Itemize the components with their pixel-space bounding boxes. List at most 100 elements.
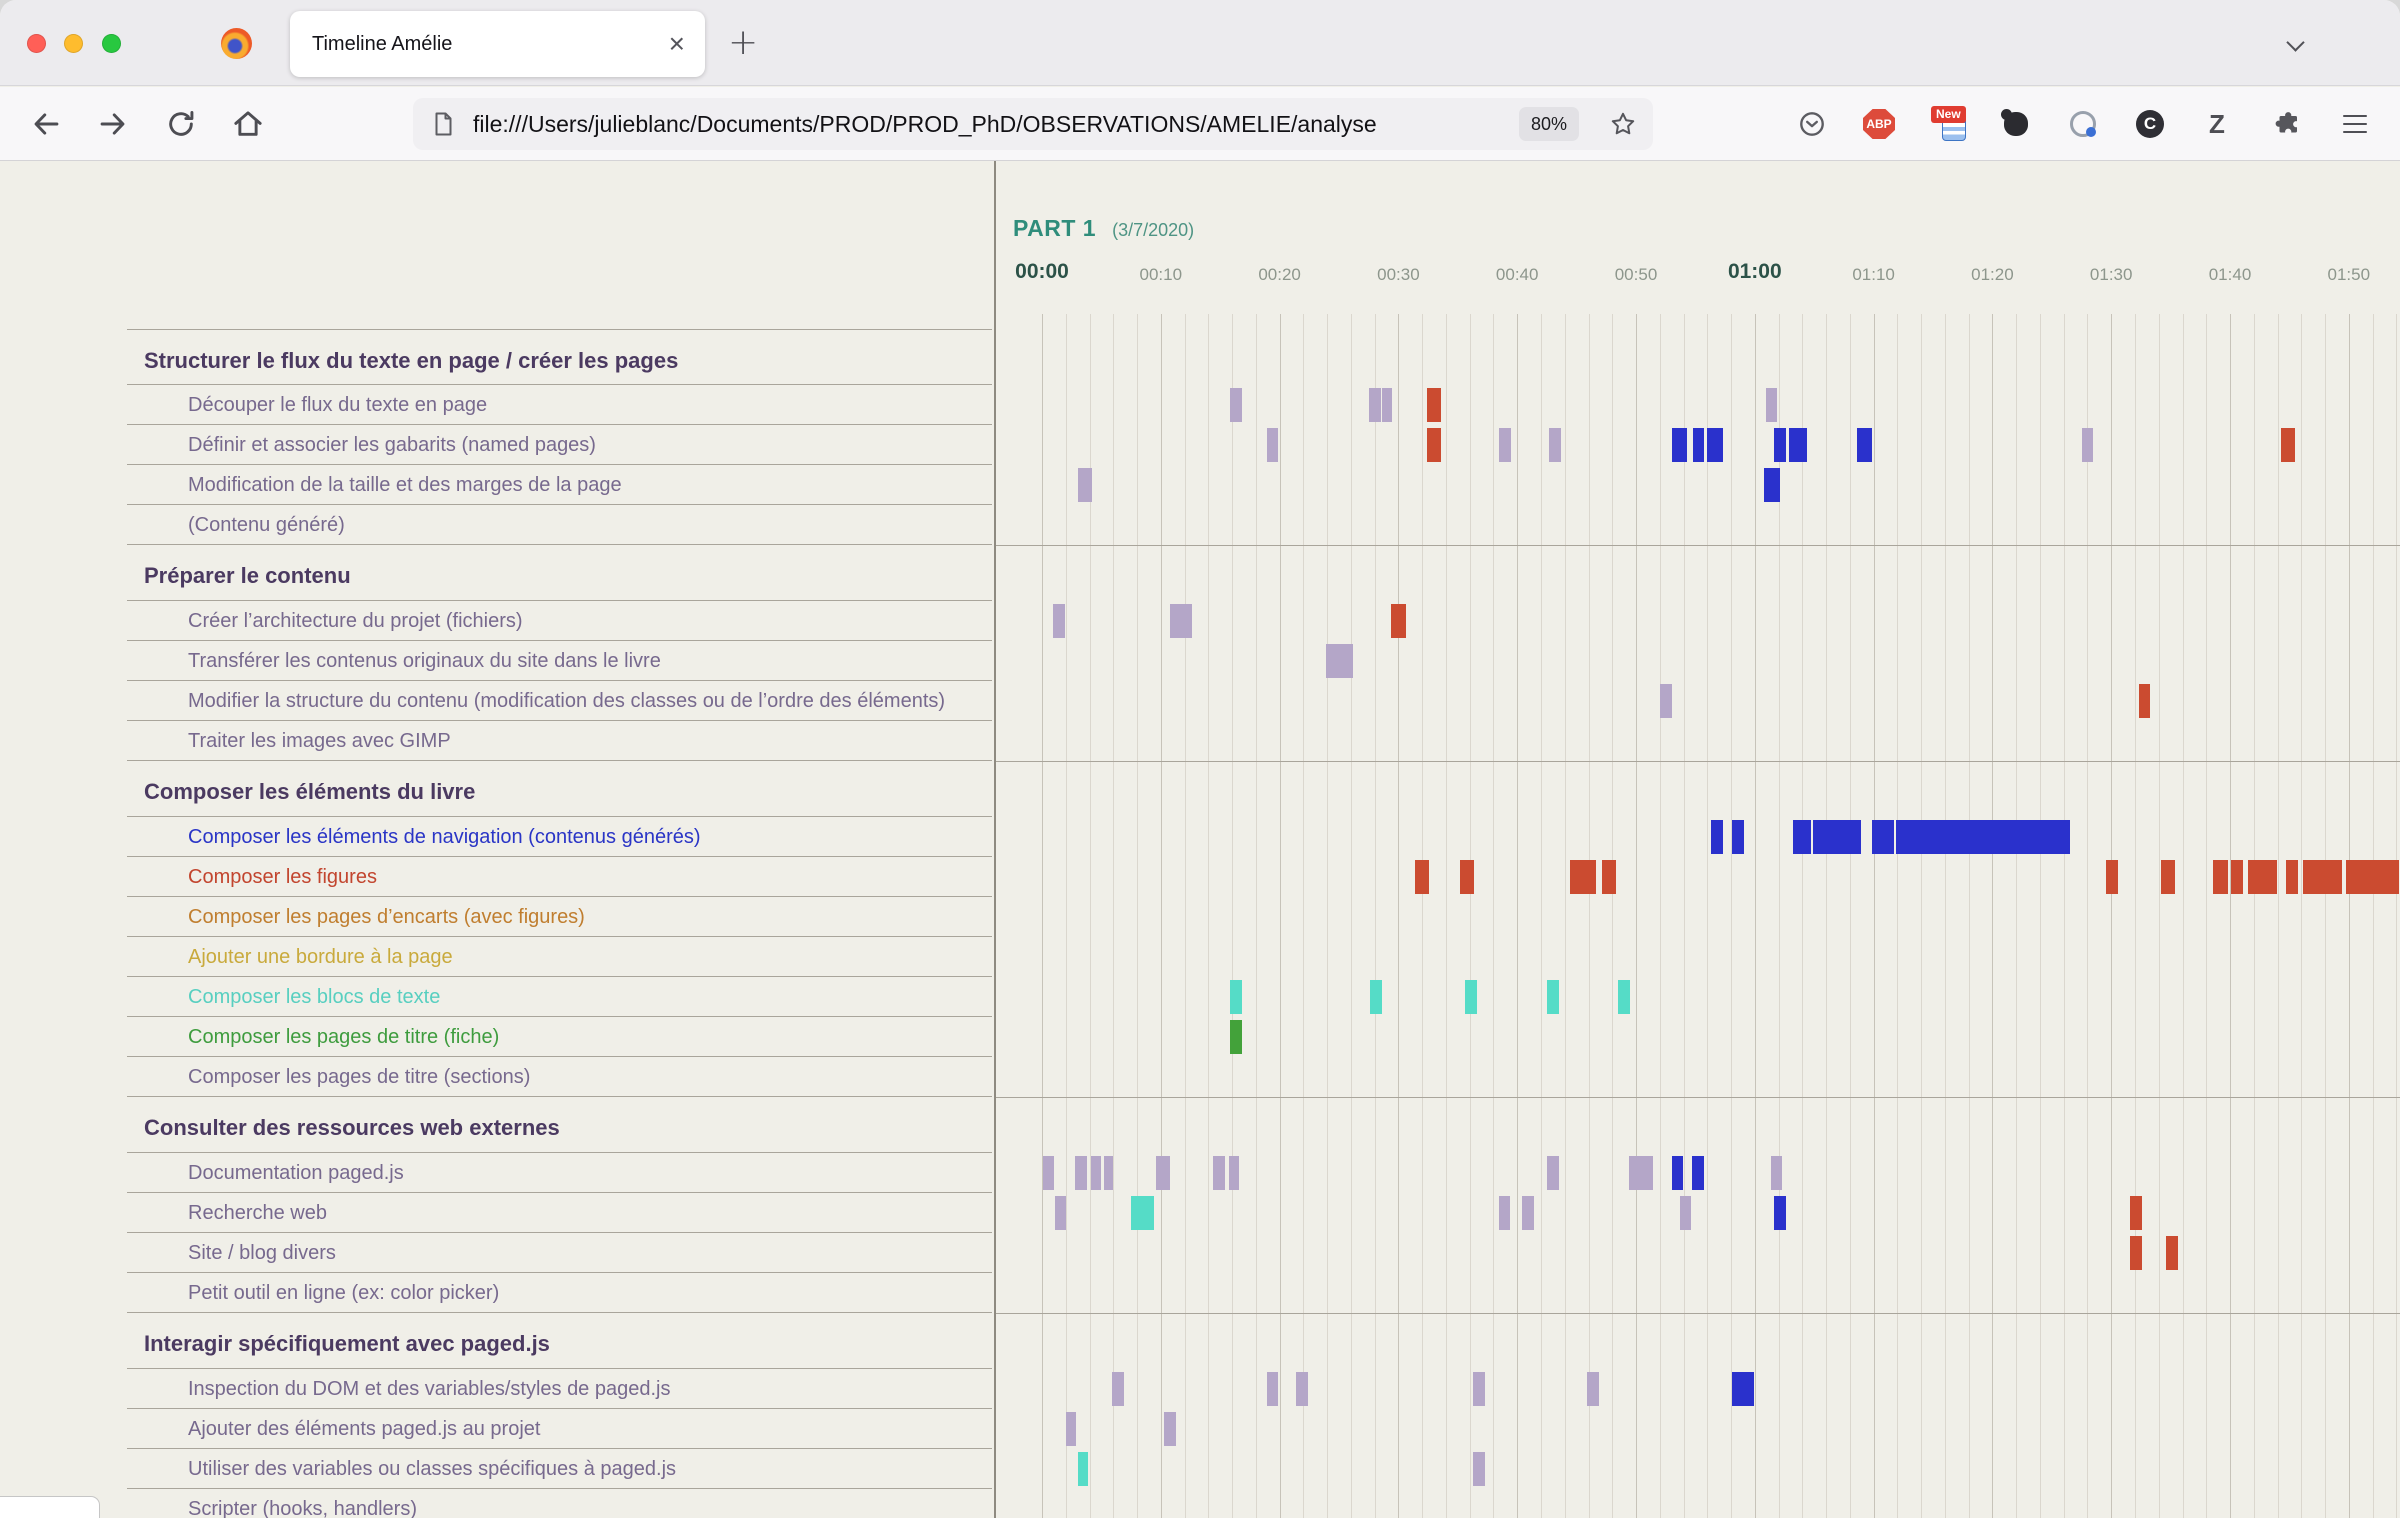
timeline-bar: [1499, 428, 1511, 462]
timeline-bar: [2106, 860, 2118, 894]
window-zoom-button[interactable]: [102, 34, 121, 53]
time-label: 00:50: [1615, 265, 1658, 285]
firefox-icon: [221, 28, 252, 59]
grid-line: [1660, 314, 1661, 1518]
task-row: Ajouter des éléments paged.js au projet: [127, 1409, 992, 1449]
timeline-bar: [1267, 428, 1279, 462]
timeline-bar: [1547, 1156, 1559, 1190]
task-row: Traiter les images avec GIMP: [127, 721, 992, 761]
timeline-bar: [1693, 428, 1704, 462]
extension-icon-c[interactable]: C: [2132, 106, 2168, 142]
timeline-bar: [1066, 1412, 1077, 1446]
tab-title: Timeline Amélie: [312, 33, 665, 56]
grid-line: [1826, 314, 1827, 1518]
timeline-bar: [1213, 1156, 1225, 1190]
grid-line: [1755, 314, 1756, 1518]
timeline-bar: [1460, 860, 1474, 894]
timeline-bar: [2082, 428, 2094, 462]
adblock-plus-icon[interactable]: ABP: [1861, 106, 1897, 142]
grid-line: [2396, 314, 2397, 1518]
zotero-icon[interactable]: Z: [2199, 106, 2235, 142]
grid-line: [1113, 314, 1114, 1518]
timeline-bar: [1267, 1372, 1279, 1406]
timeline-bar: [1078, 468, 1092, 502]
timeline-bar: [1732, 820, 1744, 854]
grid-line: [1731, 314, 1732, 1518]
url-bar[interactable]: file:///Users/julieblanc/Documents/PROD/…: [413, 98, 1653, 150]
tab-list-chevron-icon[interactable]: [2286, 33, 2304, 51]
grid-line: [2301, 314, 2302, 1518]
window-close-button[interactable]: [27, 34, 46, 53]
grid-line: [2087, 314, 2088, 1518]
home-button[interactable]: [231, 107, 265, 141]
grid-line: [1327, 314, 1328, 1518]
timeline-bar: [1672, 1156, 1684, 1190]
task-row: Modifier la structure du contenu (modifi…: [127, 681, 992, 721]
grid-line: [1589, 314, 1590, 1518]
task-row: Utiliser des variables ou classes spécif…: [127, 1449, 992, 1489]
grid-line: [1541, 314, 1542, 1518]
timeline-bar: [1075, 1156, 1087, 1190]
grid-line: [1969, 314, 1970, 1518]
timeline-bar: [1813, 820, 1861, 854]
hamburger-menu-icon[interactable]: [2337, 106, 2373, 142]
timeline-bar: [1672, 428, 1687, 462]
timeline-bar: [1043, 1156, 1054, 1190]
timeline-bar: [1112, 1372, 1124, 1406]
grid-line: [1992, 314, 1993, 1518]
task-row: Petit outil en ligne (ex: color picker): [127, 1273, 992, 1313]
browser-tab[interactable]: Timeline Amélie ×: [290, 11, 705, 77]
url-text[interactable]: file:///Users/julieblanc/Documents/PROD/…: [473, 98, 1503, 150]
task-row: Transférer les contenus originaux du sit…: [127, 641, 992, 681]
timeline-bar: [2231, 860, 2243, 894]
grid-line: [1303, 314, 1304, 1518]
bookmark-star-icon[interactable]: [1609, 110, 1637, 138]
part-header: PART 1 (3/7/2020): [1013, 215, 1194, 242]
grid-line: [1066, 314, 1067, 1518]
status-bar-corner: [0, 1496, 100, 1518]
task-row: Composer les figures: [127, 857, 992, 897]
grid-line: [1707, 314, 1708, 1518]
timeline-bar: [2281, 428, 2295, 462]
timeline-bar: [1793, 820, 1811, 854]
timeline-bar: [1766, 388, 1778, 422]
forward-button[interactable]: [96, 107, 130, 141]
back-button[interactable]: [29, 107, 63, 141]
pocket-icon[interactable]: [1794, 106, 1830, 142]
timeline-bar: [1104, 1156, 1114, 1190]
grid-line: [2349, 314, 2350, 1518]
zoom-level-badge[interactable]: 80%: [1519, 107, 1579, 141]
timeline-bar: [2130, 1236, 2142, 1270]
new-badge-extension-icon[interactable]: New: [1931, 106, 1967, 142]
timeline-bar: [1156, 1156, 1170, 1190]
grid-line: [1470, 314, 1471, 1518]
extension-icon-dark[interactable]: [1998, 106, 2034, 142]
new-tab-button[interactable]: +: [728, 22, 758, 63]
window-minimize-button[interactable]: [64, 34, 83, 53]
grid-line: [1422, 314, 1423, 1518]
reload-button[interactable]: [164, 107, 198, 141]
time-label: 01:10: [1852, 265, 1895, 285]
task-row: Ajouter une bordure à la page: [127, 937, 992, 977]
grid-line: [1517, 314, 1518, 1518]
timeline-bar: [1369, 388, 1381, 422]
timeline-bar: [1391, 604, 1405, 638]
tab-close-icon[interactable]: ×: [665, 30, 689, 58]
task-row: Scripter (hooks, handlers): [127, 1489, 992, 1518]
grid-line: [1161, 314, 1162, 1518]
section-separator-line: [996, 545, 2400, 546]
extension-icon-ring[interactable]: [2065, 106, 2101, 142]
grid-line: [1256, 314, 1257, 1518]
section-header: Interagir spécifiquement avec paged.js: [127, 1313, 992, 1369]
timeline-bar: [2248, 860, 2278, 894]
section-separator-line: [996, 1097, 2400, 1098]
timeline-bar: [1618, 980, 1630, 1014]
timeline-bar: [1711, 820, 1723, 854]
time-label: 00:10: [1140, 265, 1183, 285]
timeline-bar: [1473, 1372, 1485, 1406]
time-label: 01:40: [2209, 265, 2252, 285]
browser-window: Timeline Amélie × + file:///Users/julieb…: [0, 0, 2400, 1518]
extensions-puzzle-icon[interactable]: [2270, 106, 2306, 142]
task-row: Recherche web: [127, 1193, 992, 1233]
task-row: Composer les pages d’encarts (avec figur…: [127, 897, 992, 937]
